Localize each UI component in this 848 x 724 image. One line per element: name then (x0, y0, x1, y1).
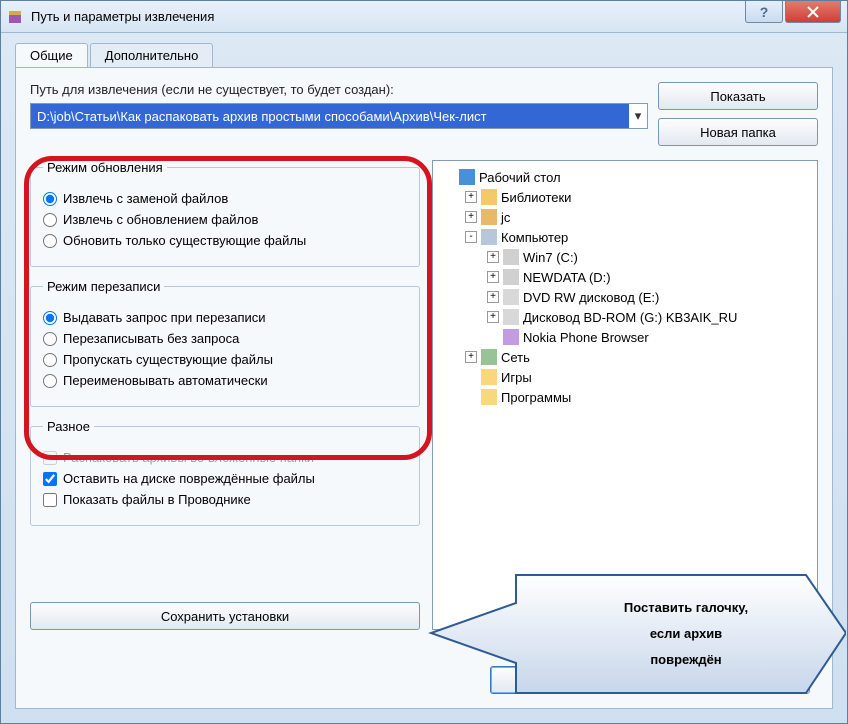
tree-item-label: Сеть (501, 350, 530, 365)
legend-overwrite-mode: Режим перезаписи (43, 279, 164, 294)
titlebar: Путь и параметры извлечения ? (1, 1, 847, 33)
tree-item-icon (481, 349, 497, 365)
close-button[interactable] (785, 1, 841, 23)
tree-node[interactable]: + jc (437, 207, 813, 227)
folder-tree[interactable]: Рабочий стол+Библиотеки+jc-Компьютер+Win… (432, 160, 818, 630)
tree-node[interactable]: + Win7 (C:) (437, 247, 813, 267)
tree-expander-icon[interactable]: + (465, 351, 477, 363)
tree-node[interactable]: + NEWDATA (D:) (437, 267, 813, 287)
tab-bar: Общие Дополнительно (15, 43, 833, 68)
radio-replace-files[interactable]: Извлечь с заменой файлов (43, 191, 407, 206)
tree-item-icon (503, 309, 519, 325)
tree-node[interactable]: Игры (437, 367, 813, 387)
tree-node[interactable]: + DVD RW дисковод (E:) (437, 287, 813, 307)
new-folder-button[interactable]: Новая папка (658, 118, 818, 146)
tree-node[interactable]: + Библиотеки (437, 187, 813, 207)
tree-item-icon (503, 249, 519, 265)
window-title: Путь и параметры извлечения (31, 9, 745, 24)
group-update-mode: Режим обновления Извлечь с заменой файло… (30, 160, 420, 267)
tree-item-icon (481, 229, 497, 245)
path-combo[interactable]: ▾ (30, 103, 648, 129)
tree-expander-icon[interactable]: + (487, 311, 499, 323)
tree-node[interactable]: Программы (437, 387, 813, 407)
legend-misc: Разное (43, 419, 94, 434)
save-settings-button[interactable]: Сохранить установки (30, 602, 420, 630)
tree-item-label: jc (501, 210, 510, 225)
tree-item-icon (481, 369, 497, 385)
radio-rename-auto[interactable]: Переименовывать автоматически (43, 373, 407, 388)
check-keep-broken[interactable]: Оставить на диске повреждённые файлы (43, 471, 407, 486)
tree-expander-icon[interactable]: + (465, 191, 477, 203)
callout-line2: если архив (650, 626, 722, 641)
client-area: Общие Дополнительно Путь для извлечения … (1, 33, 847, 723)
extraction-dialog: Путь и параметры извлечения ? Общие Допо… (0, 0, 848, 724)
tree-node[interactable]: Nokia Phone Browser (437, 327, 813, 347)
radio-overwrite-no-ask[interactable]: Перезаписывать без запроса (43, 331, 407, 346)
tree-item-icon (503, 329, 519, 345)
app-icon (7, 9, 23, 25)
tree-item-icon (503, 289, 519, 305)
tree-item-label: Игры (501, 370, 532, 385)
path-label: Путь для извлечения (если не существует,… (30, 82, 648, 97)
tree-node[interactable]: + Сеть (437, 347, 813, 367)
tree-item-icon (459, 169, 475, 185)
group-overwrite-mode: Режим перезаписи Выдавать запрос при пер… (30, 279, 420, 407)
help-button[interactable]: ? (745, 1, 783, 23)
show-button[interactable]: Показать (658, 82, 818, 110)
tree-item-label: Win7 (C:) (523, 250, 578, 265)
tree-item-label: Компьютер (501, 230, 568, 245)
group-misc: Разное Распаковать архивы во вложенные п… (30, 419, 420, 526)
radio-update-files[interactable]: Извлечь с обновлением файлов (43, 212, 407, 227)
tree-item-label: DVD RW дисковод (E:) (523, 290, 659, 305)
legend-update-mode: Режим обновления (43, 160, 167, 175)
callout-line1: Поставить галочку, (624, 600, 748, 615)
check-subfolders: Распаковать архивы во вложенные папки (43, 450, 407, 465)
tab-general[interactable]: Общие (15, 43, 88, 68)
tab-advanced[interactable]: Дополнительно (90, 43, 214, 68)
callout-line3: повреждён (650, 652, 721, 667)
tree-item-icon (503, 269, 519, 285)
tree-expander-icon[interactable]: + (487, 271, 499, 283)
tree-node[interactable]: - Компьютер (437, 227, 813, 247)
tree-expander-icon[interactable]: + (487, 291, 499, 303)
check-show-explorer[interactable]: Показать файлы в Проводнике (43, 492, 407, 507)
tree-expander-icon[interactable]: + (465, 211, 477, 223)
tree-node[interactable]: Рабочий стол (437, 167, 813, 187)
tree-item-icon (481, 209, 497, 225)
tree-item-label: Программы (501, 390, 571, 405)
tree-item-label: NEWDATA (D:) (523, 270, 611, 285)
tree-item-icon (481, 189, 497, 205)
panel-general: Путь для извлечения (если не существует,… (15, 67, 833, 709)
tree-expander-icon[interactable]: + (487, 251, 499, 263)
radio-skip-existing[interactable]: Пропускать существующие файлы (43, 352, 407, 367)
annotation-callout: Поставить галочку, если архив повреждён (426, 563, 846, 708)
tree-item-label: Nokia Phone Browser (523, 330, 649, 345)
tree-item-label: Библиотеки (501, 190, 571, 205)
chevron-down-icon[interactable]: ▾ (629, 108, 647, 124)
tree-expander-icon[interactable]: - (465, 231, 477, 243)
radio-existing-only[interactable]: Обновить только существующие файлы (43, 233, 407, 248)
tree-node[interactable]: + Дисковод BD-ROM (G:) KB3AIK_RU (437, 307, 813, 327)
tree-item-label: Дисковод BD-ROM (G:) KB3AIK_RU (523, 310, 737, 325)
tree-item-label: Рабочий стол (479, 170, 561, 185)
path-input[interactable] (31, 104, 629, 128)
tree-item-icon (481, 389, 497, 405)
radio-ask-overwrite[interactable]: Выдавать запрос при перезаписи (43, 310, 407, 325)
